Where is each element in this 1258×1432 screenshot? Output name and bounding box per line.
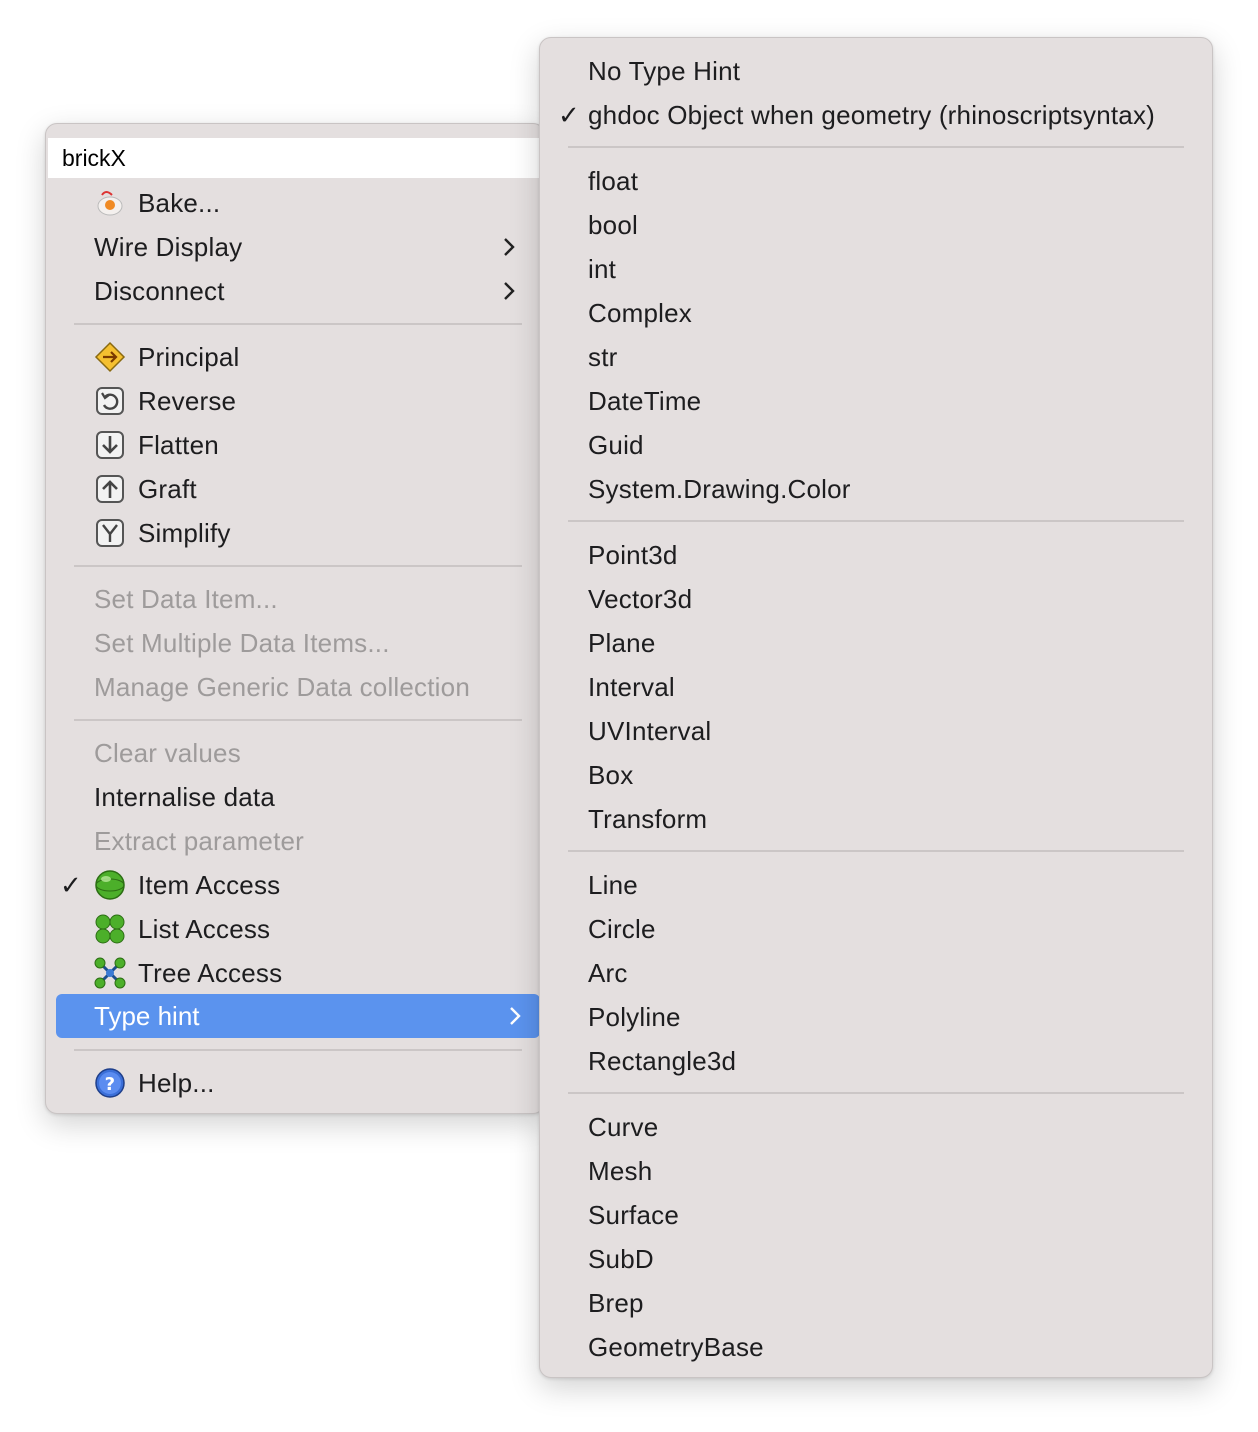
checkmark-icon: ✓ <box>558 100 580 130</box>
type-hint-system-drawing-color[interactable]: System.Drawing.Color <box>588 467 1192 511</box>
type-hint-submenu: No Type Hint ✓ ghdoc Object when geometr… <box>539 37 1213 1378</box>
type-hint-guid[interactable]: Guid <box>588 423 1192 467</box>
menu-separator <box>568 1092 1184 1094</box>
menu-item-type-hint[interactable]: Type hint <box>56 994 540 1038</box>
type-hint-plane[interactable]: Plane <box>588 621 1192 665</box>
principal-icon <box>94 341 126 373</box>
menu-item-principal[interactable]: Principal <box>94 335 534 379</box>
menu-item-flatten[interactable]: Flatten <box>94 423 534 467</box>
type-hint-datetime[interactable]: DateTime <box>588 379 1192 423</box>
menu-item-item-access[interactable]: ✓ Item Access <box>60 863 534 907</box>
menu-item-reverse[interactable]: Reverse <box>94 379 534 423</box>
type-hint-float[interactable]: float <box>588 159 1192 203</box>
type-hint-circle[interactable]: Circle <box>588 907 1192 951</box>
type-hint-uvinterval[interactable]: UVInterval <box>588 709 1192 753</box>
menu-item-simplify[interactable]: Simplify <box>94 511 534 555</box>
menu-item-graft[interactable]: Graft <box>94 467 534 511</box>
menu-item-manage-generic-data: Manage Generic Data collection <box>94 672 470 702</box>
type-hint-bool[interactable]: bool <box>588 203 1192 247</box>
menu-separator <box>568 850 1184 852</box>
help-icon: ? <box>94 1067 126 1099</box>
parameter-name-field[interactable]: brickX <box>48 138 540 178</box>
item-access-icon <box>94 869 126 901</box>
type-hint-rectangle3d[interactable]: Rectangle3d <box>588 1039 1192 1083</box>
type-hint-transform[interactable]: Transform <box>588 797 1192 841</box>
type-hint-geometrybase[interactable]: GeometryBase <box>588 1325 1192 1369</box>
menu-item-set-data-item: Set Data Item... <box>94 584 278 614</box>
menu-separator <box>74 719 522 721</box>
menu-item-internalise-data[interactable]: Internalise data <box>94 775 534 819</box>
type-hint-interval[interactable]: Interval <box>588 665 1192 709</box>
graft-icon <box>94 473 126 505</box>
type-hint-line[interactable]: Line <box>588 863 1192 907</box>
menu-separator <box>568 520 1184 522</box>
chevron-right-icon <box>502 225 518 269</box>
chevron-right-icon <box>502 269 518 313</box>
type-hint-polyline[interactable]: Polyline <box>588 995 1192 1039</box>
type-hint-arc[interactable]: Arc <box>588 951 1192 995</box>
type-hint-box[interactable]: Box <box>588 753 1192 797</box>
menu-item-clear-values: Clear values <box>94 738 241 768</box>
type-hint-curve[interactable]: Curve <box>588 1105 1192 1149</box>
menu-separator <box>74 1049 522 1051</box>
menu-separator <box>568 146 1184 148</box>
type-hint-int[interactable]: int <box>588 247 1192 291</box>
type-hint-vector3d[interactable]: Vector3d <box>588 577 1192 621</box>
type-hint-no-type-hint[interactable]: No Type Hint <box>588 49 1192 93</box>
simplify-icon <box>94 517 126 549</box>
menu-item-tree-access[interactable]: Tree Access <box>94 951 534 995</box>
menu-item-disconnect[interactable]: Disconnect <box>94 269 534 313</box>
type-hint-brep[interactable]: Brep <box>588 1281 1192 1325</box>
menu-separator <box>74 565 522 567</box>
reverse-icon <box>94 385 126 417</box>
checkmark-icon: ✓ <box>60 870 82 900</box>
type-hint-subd[interactable]: SubD <box>588 1237 1192 1281</box>
svg-text:?: ? <box>105 1074 116 1095</box>
flatten-icon <box>94 429 126 461</box>
type-hint-complex[interactable]: Complex <box>588 291 1192 335</box>
type-hint-ghdoc-object[interactable]: ✓ ghdoc Object when geometry (rhinoscrip… <box>558 93 1192 137</box>
type-hint-mesh[interactable]: Mesh <box>588 1149 1192 1193</box>
menu-item-bake[interactable]: Bake... <box>94 181 534 225</box>
tree-access-icon <box>94 957 126 989</box>
type-hint-point3d[interactable]: Point3d <box>588 533 1192 577</box>
bake-icon <box>94 187 126 219</box>
chevron-right-icon <box>508 994 524 1038</box>
type-hint-str[interactable]: str <box>588 335 1192 379</box>
menu-item-help[interactable]: ? Help... <box>94 1061 534 1105</box>
type-hint-surface[interactable]: Surface <box>588 1193 1192 1237</box>
menu-item-extract-parameter: Extract parameter <box>94 826 305 856</box>
menu-item-set-multiple-data-items: Set Multiple Data Items... <box>94 628 390 658</box>
parameter-context-menu: brickX Bake... Wire Display Disconnect P… <box>45 123 545 1114</box>
menu-item-list-access[interactable]: List Access <box>94 907 534 951</box>
menu-item-wire-display[interactable]: Wire Display <box>94 225 534 269</box>
list-access-icon <box>94 913 126 945</box>
menu-separator <box>74 323 522 325</box>
